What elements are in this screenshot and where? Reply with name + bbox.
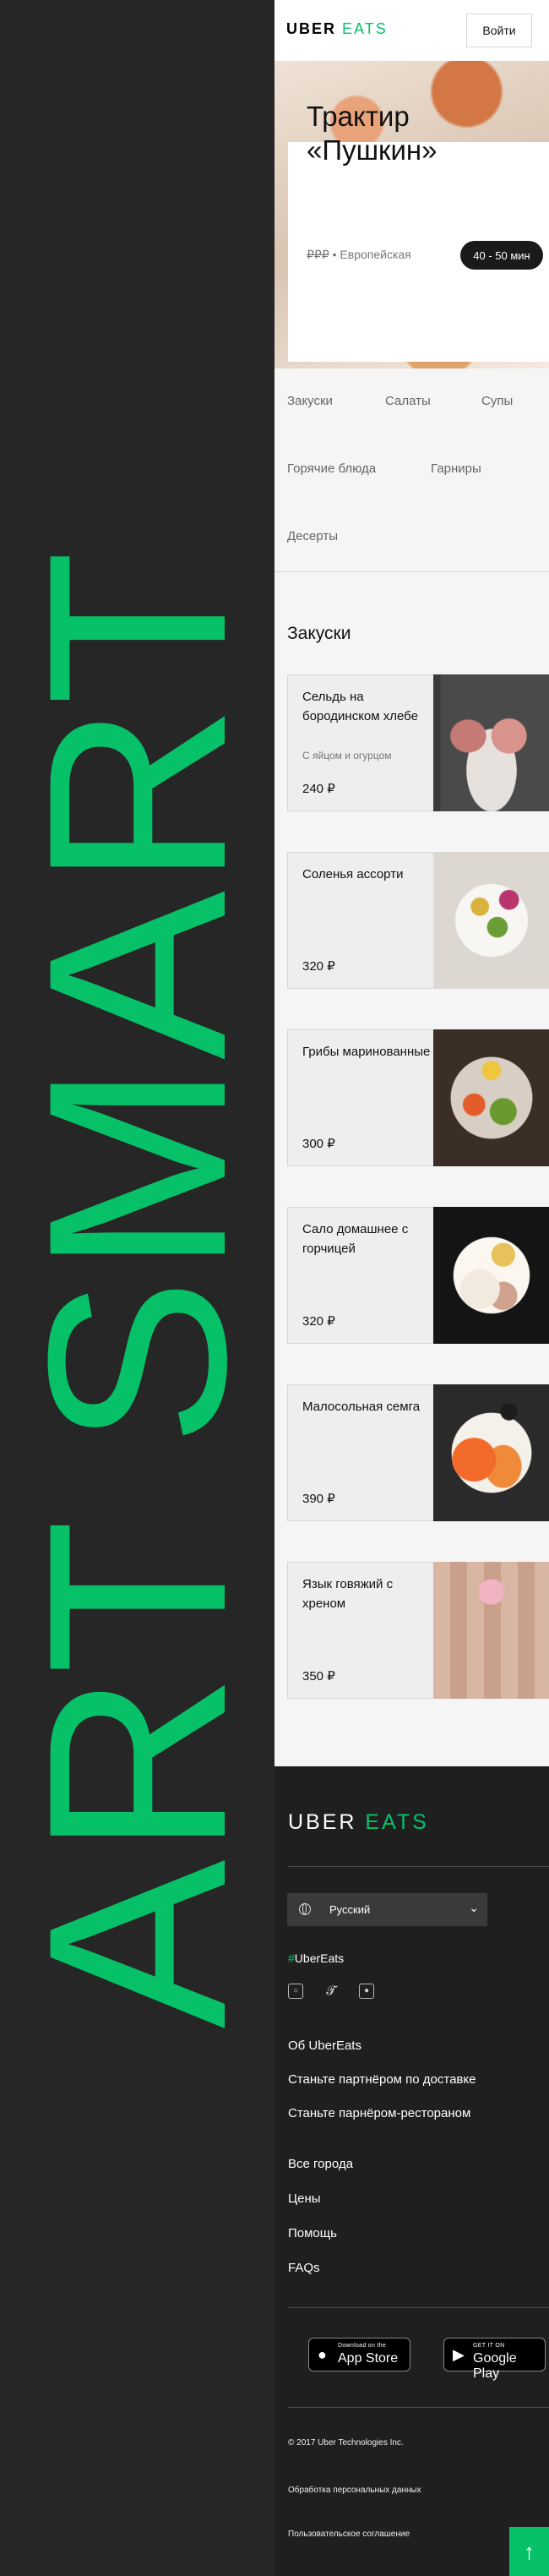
- restaurant-name: Трактир «Пушкин»: [307, 101, 438, 166]
- divider: [288, 2307, 549, 2308]
- menu-item-photo: [433, 1384, 549, 1521]
- footer-link-about[interactable]: Об UberEats: [288, 2038, 361, 2053]
- twitter-icon[interactable]: 𝓣: [323, 1984, 339, 1999]
- footer-link-delivery-partner[interactable]: Станьте партнёром по доставке: [288, 2072, 476, 2087]
- restaurant-page: UBER EATS Войти Трактир «Пушкин» ₽₽₽ • Е…: [274, 0, 549, 1766]
- banner-text: ART SMART: [0, 547, 274, 2029]
- section-title: Закуски: [287, 624, 351, 643]
- category-garniry[interactable]: Гарниры: [431, 461, 481, 476]
- menu-item-name: Малосольная семга: [302, 1400, 421, 1414]
- chevron-down-icon: ⌄: [469, 1901, 479, 1914]
- footer: UBER EATS Русский ⌄ #UberEats ○ 𝓣 ● Об U…: [274, 1766, 549, 2576]
- menu-item-name: Грибы маринованные: [302, 1045, 431, 1059]
- menu-item-photo: [433, 852, 549, 989]
- scroll-top-button[interactable]: ↑: [509, 2527, 549, 2576]
- menu-item-photo: [433, 674, 549, 811]
- delivery-time-badge: 40 - 50 мин: [460, 241, 543, 270]
- terms-link[interactable]: Пользовательское соглашение: [288, 2530, 410, 2539]
- menu-item-photo: [433, 1207, 549, 1344]
- menu-item-price: 300 ₽: [302, 1137, 335, 1151]
- google-play-big: Google Play: [473, 2351, 517, 2381]
- menu-item-card[interactable]: Малосольная семга 390 ₽: [287, 1384, 549, 1521]
- app-store-button[interactable]: ● Download on the App Store: [308, 2338, 410, 2371]
- arrow-up-icon: ↑: [524, 2538, 535, 2564]
- footer-link-restaurant-partner[interactable]: Станьте парнёром-рестораном: [288, 2106, 470, 2120]
- hashtag-text: UberEats: [294, 1951, 345, 1965]
- google-play-icon: ▶: [453, 2346, 465, 2363]
- app-store-small: Download on the: [338, 2343, 387, 2349]
- menu-item-name: Язык говяжий с хреном: [302, 1577, 394, 1612]
- google-play-small: GET IT ON: [473, 2343, 505, 2349]
- category-nav: Закуски Салаты Супы Горячие блюда Гарнир…: [274, 368, 549, 571]
- menu-item-price: 390 ₽: [302, 1492, 335, 1506]
- language-value: Русский: [329, 1903, 371, 1916]
- footer-link-help[interactable]: Помощь: [288, 2226, 337, 2240]
- hashtag[interactable]: #UberEats: [288, 1951, 344, 1965]
- menu-item-description: С яйцом и огурцом: [302, 750, 392, 761]
- footer-link-prices[interactable]: Цены: [288, 2191, 321, 2206]
- footer-link-cities[interactable]: Все города: [288, 2157, 353, 2171]
- top-bar: UBER EATS Войти: [274, 0, 549, 61]
- app-panel: UBER EATS Войти Трактир «Пушкин» ₽₽₽ • Е…: [274, 0, 549, 2576]
- login-button[interactable]: Войти: [466, 14, 532, 47]
- divider: [274, 571, 549, 572]
- menu-item-name: Соленья ассорти: [302, 867, 404, 881]
- footer-logo-uber: UBER: [288, 1810, 357, 1834]
- divider: [288, 1866, 549, 1867]
- language-select[interactable]: Русский ⌄: [287, 1893, 487, 1926]
- logo-eats: EATS: [342, 20, 388, 37]
- privacy-link[interactable]: Обработка персональных данных: [288, 2486, 421, 2495]
- globe-icon: [299, 1903, 311, 1915]
- menu-item-card[interactable]: Сельдь на бородинском хлебе С яйцом и ог…: [287, 674, 549, 811]
- menu-item-photo: [433, 1562, 549, 1699]
- category-salaty[interactable]: Салаты: [385, 394, 431, 408]
- logo-uber: UBER: [286, 20, 337, 37]
- menu-item-name: Сельдь на бородинском хлебе: [302, 690, 418, 724]
- hashtag-symbol: #: [288, 1951, 295, 1965]
- google-play-button[interactable]: ▶ GET IT ON Google Play: [443, 2338, 546, 2381]
- menu-item-name: Сало домашнее с горчицей: [302, 1222, 409, 1257]
- divider: [288, 2407, 549, 2408]
- uber-eats-logo[interactable]: UBER EATS: [286, 20, 388, 38]
- camera-icon[interactable]: ●: [359, 1984, 374, 1999]
- footer-logo-eats: EATS: [365, 1810, 429, 1834]
- menu-item-price: 240 ₽: [302, 782, 335, 796]
- menu-item-card[interactable]: Язык говяжий с хреном 350 ₽: [287, 1562, 549, 1699]
- menu-item-card[interactable]: Сало домашнее с горчицей 320 ₽: [287, 1207, 549, 1344]
- footer-logo[interactable]: UBER EATS: [288, 1810, 429, 1835]
- menu-item-card[interactable]: Грибы маринованные 300 ₽: [287, 1029, 549, 1166]
- promo-banner: ART SMART: [0, 0, 274, 2576]
- menu-item-price: 320 ₽: [302, 959, 335, 974]
- category-hot-dishes[interactable]: Горячие блюда: [287, 461, 376, 476]
- menu-item-price: 320 ₽: [302, 1314, 335, 1329]
- restaurant-meta: ₽₽₽ • Европейская: [307, 248, 411, 262]
- category-zakuski[interactable]: Закуски: [287, 394, 333, 408]
- price-level: ₽₽₽: [307, 248, 329, 261]
- menu-item-card[interactable]: Соленья ассорти 320 ₽: [287, 852, 549, 989]
- category-deserty[interactable]: Десерты: [287, 529, 338, 543]
- menu-item-photo: [433, 1029, 549, 1166]
- menu-item-price: 350 ₽: [302, 1669, 335, 1684]
- category-supy[interactable]: Супы: [481, 394, 513, 408]
- footer-link-faqs[interactable]: FAQs: [288, 2261, 320, 2275]
- apple-icon: ●: [318, 2346, 327, 2363]
- cuisine-label: • Европейская: [332, 248, 411, 261]
- copyright: © 2017 Uber Technologies Inc.: [288, 2438, 404, 2448]
- app-store-big: App Store: [338, 2351, 399, 2366]
- instagram-icon[interactable]: ○: [288, 1984, 303, 1999]
